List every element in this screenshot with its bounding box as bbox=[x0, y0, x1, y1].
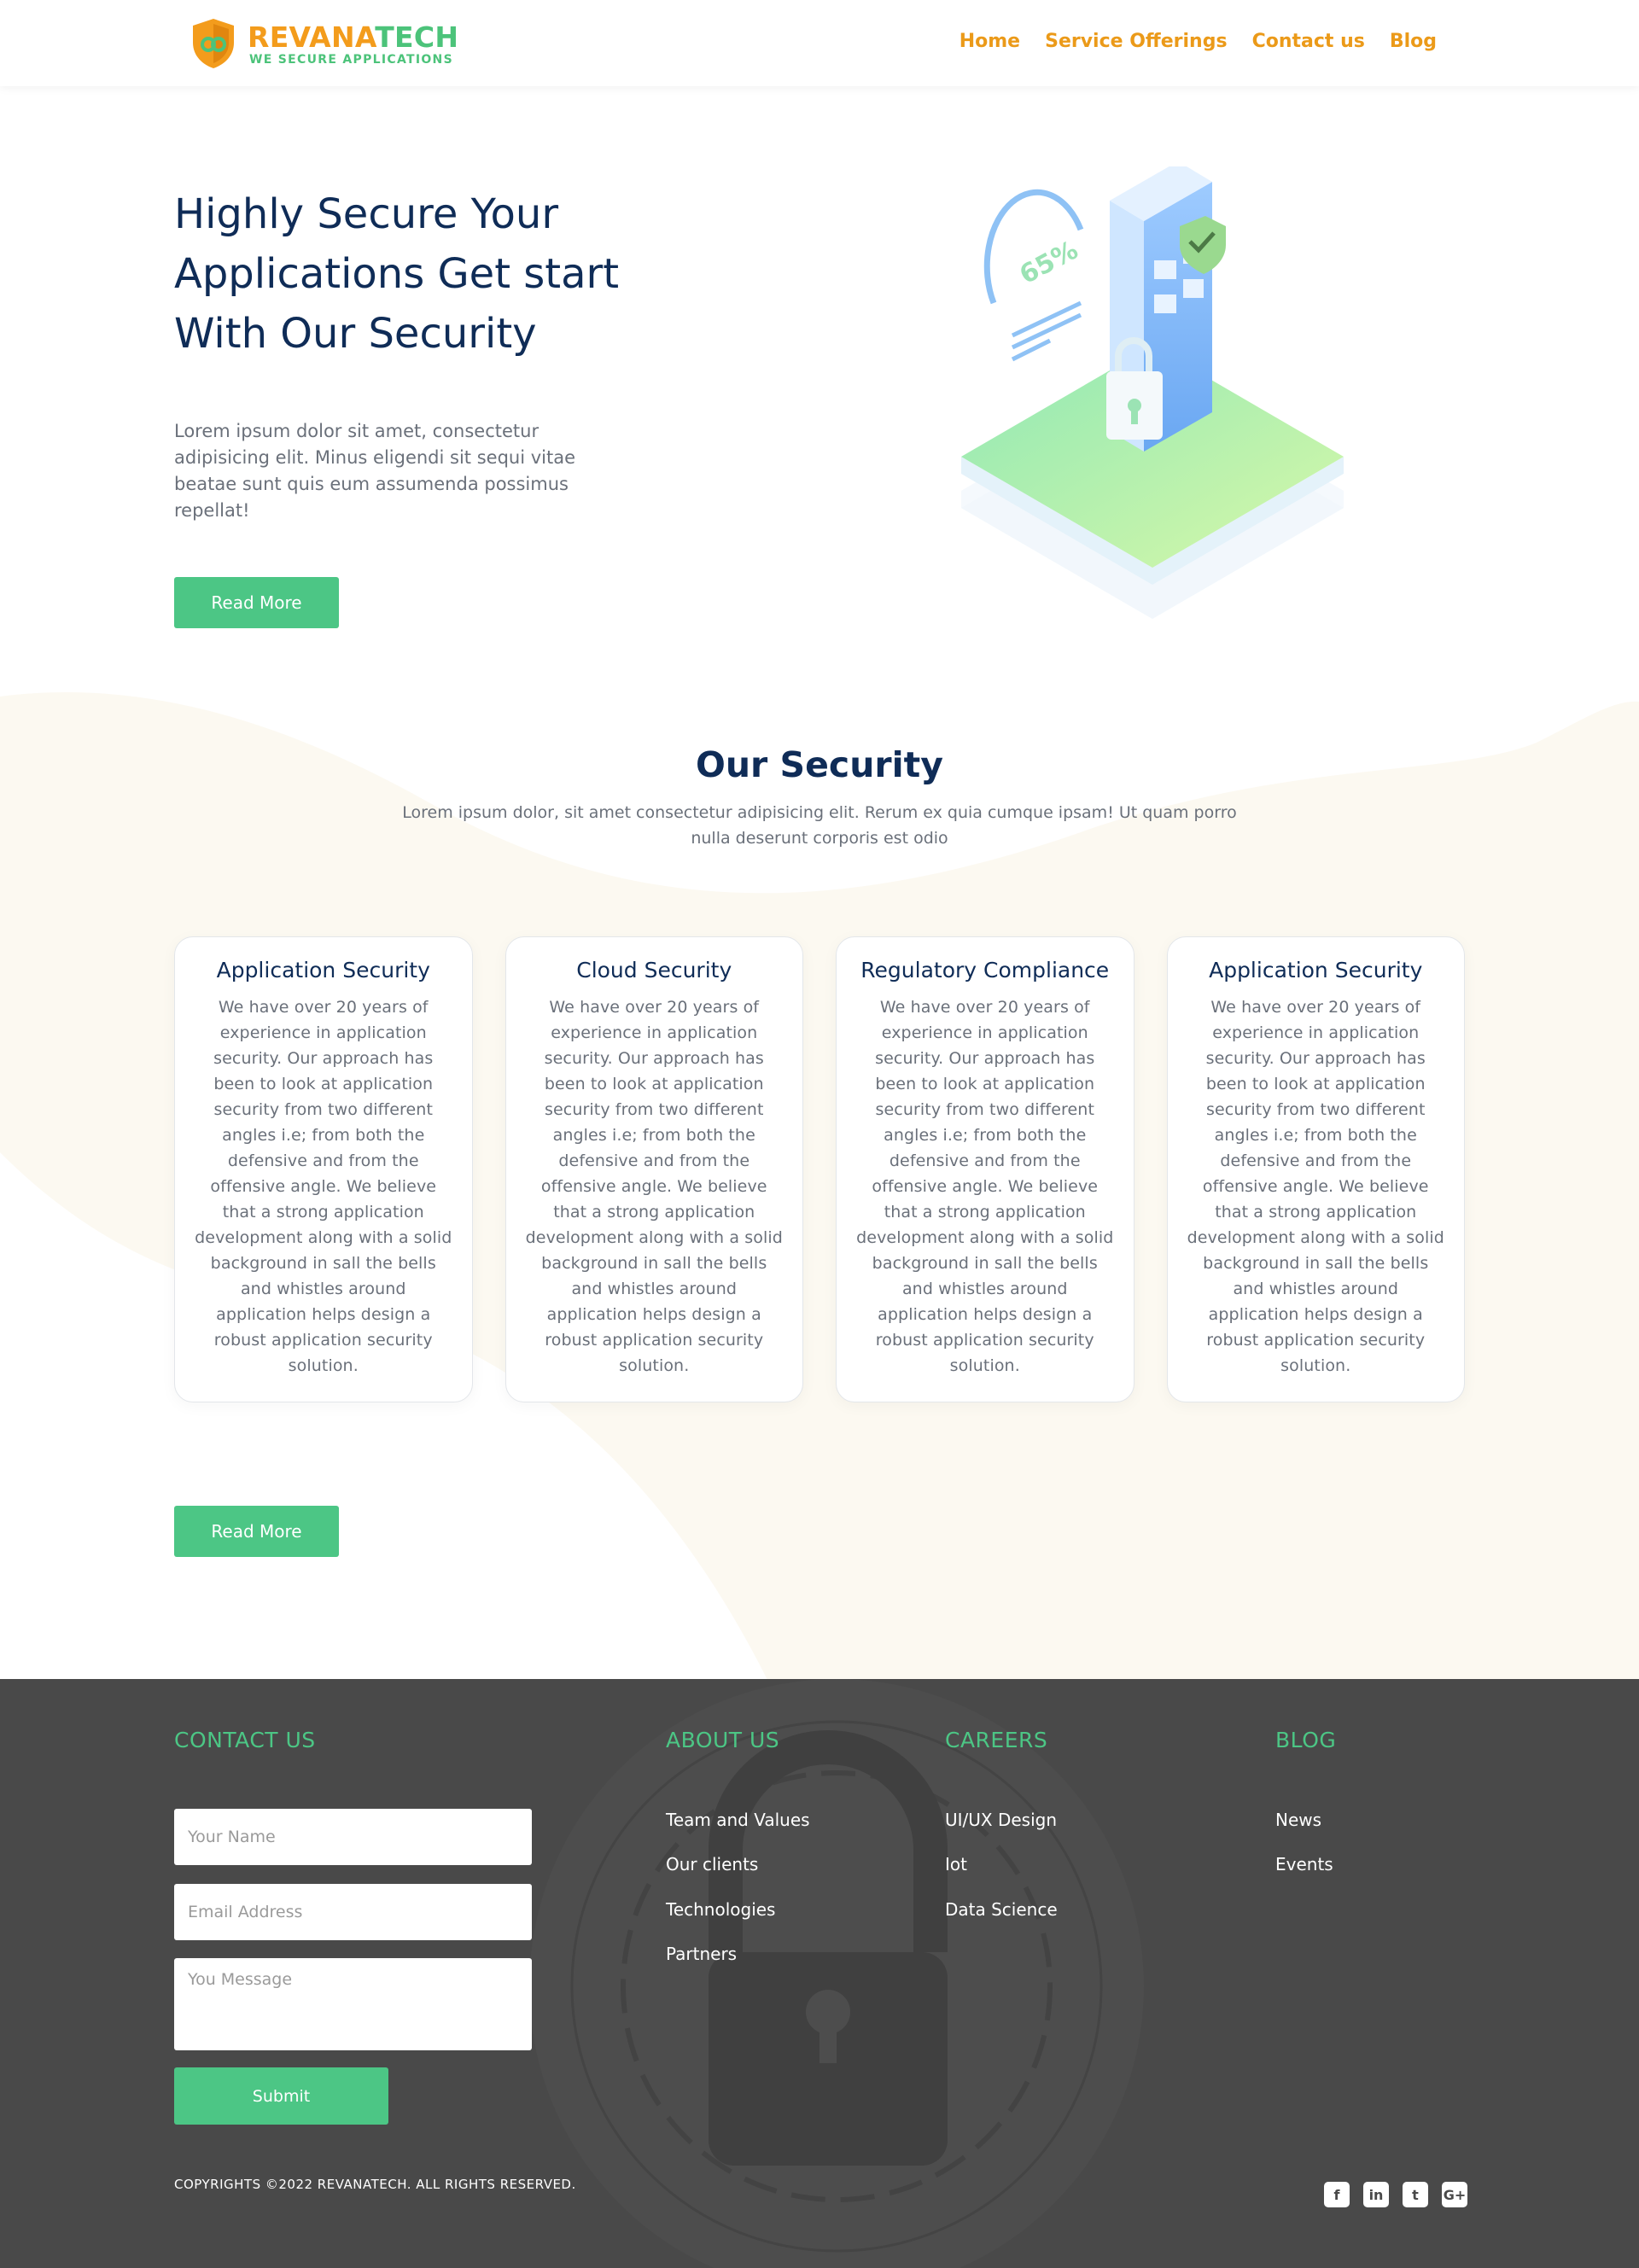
social-links: f in t G+ bbox=[1324, 2182, 1467, 2207]
hero-title: Highly Secure Your Applications Get star… bbox=[174, 190, 620, 358]
security-phone-illustration: 65% bbox=[961, 166, 1344, 619]
section-read-more-button[interactable]: Read More bbox=[174, 1506, 339, 1557]
footer-blog-heading: BLOG bbox=[1275, 1728, 1337, 1752]
footer-link-data-science[interactable]: Data Science bbox=[945, 1899, 1058, 1920]
copyright-text: COPYRIGHTS ©2022 REVANATECH. ALL RIGHTS … bbox=[174, 2177, 576, 2192]
nav-service-offerings[interactable]: Service Offerings bbox=[1045, 31, 1227, 52]
footer-contact-heading: CONTACT US bbox=[174, 1728, 316, 1752]
section-subtitle: Lorem ipsum dolor, sit amet consectetur … bbox=[402, 803, 1237, 848]
message-field[interactable] bbox=[174, 1958, 532, 2050]
footer-link-news[interactable]: News bbox=[1275, 1810, 1321, 1830]
card-title: Application Security bbox=[216, 958, 430, 982]
revanatech-logo[interactable]: REVANATECH WE SECURE APPLICATIONS bbox=[190, 17, 463, 70]
main-nav: Home Service Offerings Contact us Blog bbox=[959, 31, 1437, 52]
footer-about-heading: ABOUT US bbox=[666, 1728, 780, 1752]
card-title: Application Security bbox=[1209, 958, 1423, 982]
card-title: Regulatory Compliance bbox=[860, 958, 1110, 982]
card-text: We have over 20 years of experience in a… bbox=[1187, 998, 1444, 1375]
site-header: REVANATECH WE SECURE APPLICATIONS Home S… bbox=[0, 0, 1639, 86]
nav-home[interactable]: Home bbox=[959, 31, 1020, 52]
footer-link-events[interactable]: Events bbox=[1275, 1854, 1333, 1874]
hero-read-more-button[interactable]: Read More bbox=[174, 577, 339, 628]
service-card: Cloud Security We have over 20 years of … bbox=[505, 936, 803, 1402]
service-cards: Application Security We have over 20 yea… bbox=[174, 936, 1465, 1402]
footer-link-technologies[interactable]: Technologies bbox=[666, 1899, 775, 1920]
shield-logo-icon bbox=[193, 19, 234, 68]
nav-blog[interactable]: Blog bbox=[1390, 31, 1437, 52]
card-text: We have over 20 years of experience in a… bbox=[195, 998, 452, 1375]
card-title: Cloud Security bbox=[576, 958, 732, 982]
hero-description: Lorem ipsum dolor sit amet, consectetur … bbox=[174, 421, 575, 521]
footer-careers-heading: CAREERS bbox=[945, 1728, 1048, 1752]
service-card: Application Security We have over 20 yea… bbox=[1166, 936, 1465, 1402]
google-plus-icon[interactable]: G+ bbox=[1442, 2182, 1467, 2207]
footer-link-our-clients[interactable]: Our clients bbox=[666, 1854, 758, 1874]
card-text: We have over 20 years of experience in a… bbox=[525, 998, 783, 1375]
service-card: Regulatory Compliance We have over 20 ye… bbox=[836, 936, 1134, 1402]
footer-link-uiux-design[interactable]: UI/UX Design bbox=[945, 1810, 1057, 1830]
footer-link-iot[interactable]: Iot bbox=[945, 1854, 967, 1874]
card-text: We have over 20 years of experience in a… bbox=[856, 998, 1114, 1375]
footer-link-partners[interactable]: Partners bbox=[666, 1944, 737, 1964]
linkedin-icon[interactable]: in bbox=[1363, 2182, 1389, 2207]
service-card: Application Security We have over 20 yea… bbox=[174, 936, 473, 1402]
logo-tagline: WE SECURE APPLICATIONS bbox=[249, 53, 453, 67]
name-field[interactable] bbox=[174, 1809, 532, 1865]
submit-button[interactable]: Submit bbox=[174, 2067, 388, 2125]
footer-link-team-values[interactable]: Team and Values bbox=[666, 1810, 810, 1830]
section-title: Our Security bbox=[696, 744, 943, 785]
email-field[interactable] bbox=[174, 1884, 532, 1940]
logo-wordmark: REVANATECH bbox=[248, 20, 459, 54]
facebook-icon[interactable]: f bbox=[1324, 2182, 1350, 2207]
twitter-icon[interactable]: t bbox=[1403, 2182, 1428, 2207]
nav-contact-us[interactable]: Contact us bbox=[1252, 31, 1365, 52]
percent-label: 65% bbox=[1015, 236, 1083, 291]
